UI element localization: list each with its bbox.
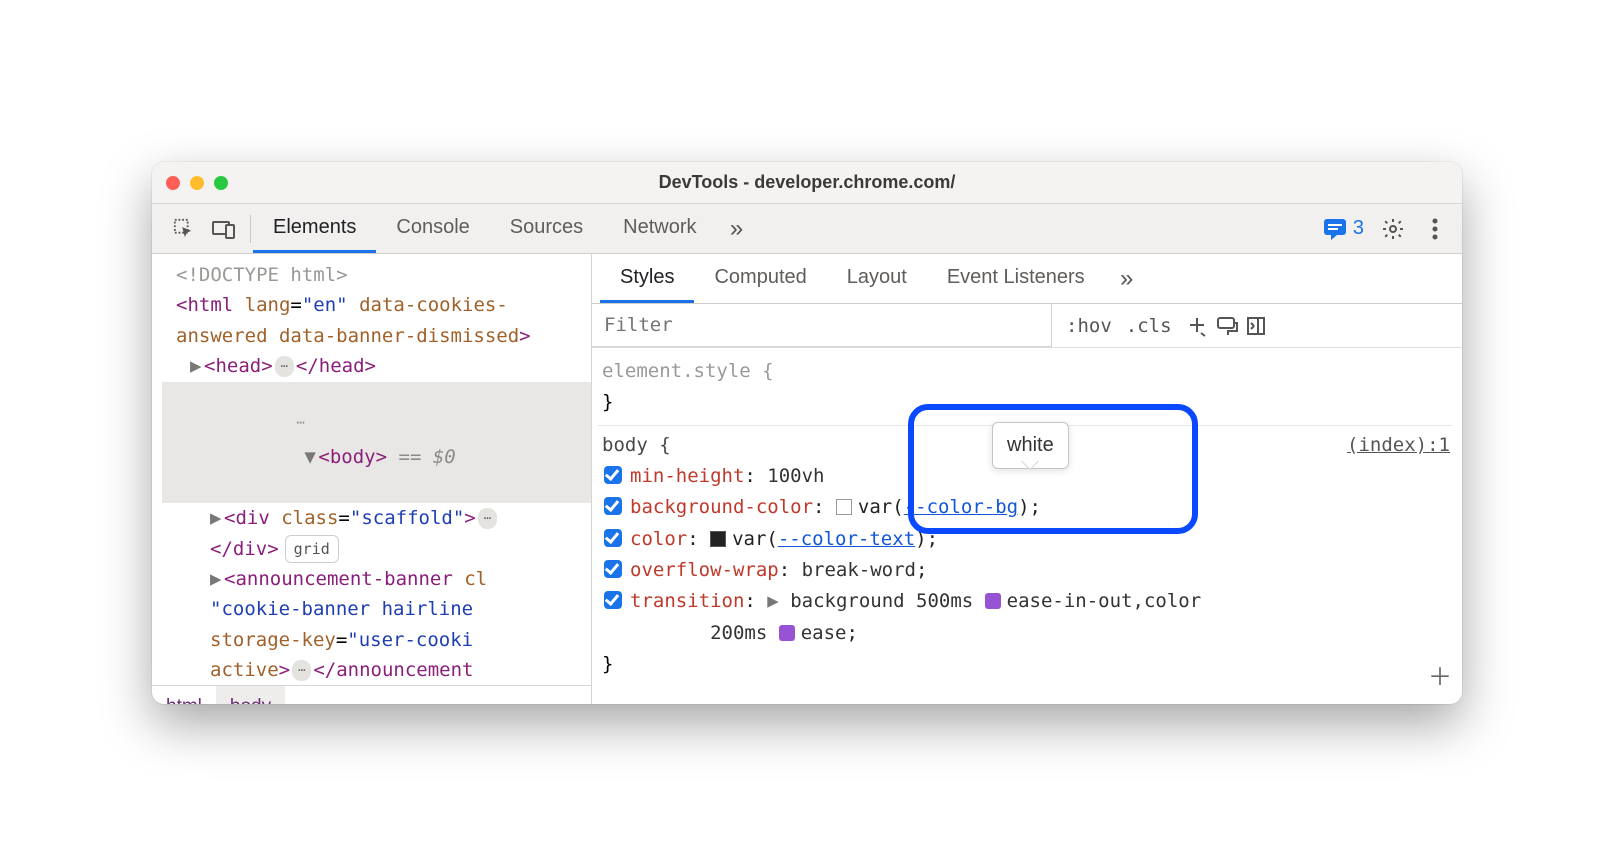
styles-panel: Styles Computed Layout Event Listeners »… (592, 254, 1462, 704)
device-toolbar-icon[interactable] (204, 204, 244, 253)
hov-toggle[interactable]: :hov (1066, 315, 1112, 337)
tab-console[interactable]: Console (376, 204, 489, 253)
color-swatch-icon[interactable] (710, 531, 726, 547)
bezier-editor-icon[interactable] (779, 625, 795, 641)
tab-sources[interactable]: Sources (490, 204, 603, 253)
subtab-event-listeners[interactable]: Event Listeners (927, 254, 1105, 303)
rule-element-style[interactable]: element.style { } (598, 352, 1452, 426)
decl-background-color[interactable]: background-color: var(--color-bg); (602, 492, 1450, 523)
decl-transition[interactable]: transition: ▶ background 500ms ease-in-o… (602, 586, 1450, 649)
main-toolbar: Elements Console Sources Network » 3 (152, 204, 1462, 254)
css-var-link[interactable]: --color-text (778, 528, 915, 550)
rules-list[interactable]: element.style { } (index):1 body { min-h… (592, 348, 1462, 704)
decl-toggle-checkbox[interactable] (604, 529, 622, 547)
more-subtabs-icon[interactable]: » (1105, 265, 1149, 293)
window-title: DevTools - developer.chrome.com/ (152, 172, 1462, 193)
subtab-layout[interactable]: Layout (827, 254, 927, 303)
content-split: <!DOCTYPE html> <html lang="en" data-coo… (152, 254, 1462, 704)
computed-sidebar-icon[interactable] (1246, 316, 1276, 336)
kebab-menu-icon[interactable] (1414, 204, 1456, 253)
decl-toggle-checkbox[interactable] (604, 591, 622, 609)
styles-subtabs: Styles Computed Layout Event Listeners » (592, 254, 1462, 304)
add-declaration-button[interactable]: ＋ (1428, 658, 1452, 698)
decl-toggle-checkbox[interactable] (604, 497, 622, 515)
subtab-computed[interactable]: Computed (694, 254, 826, 303)
devtools-window: DevTools - developer.chrome.com/ Element… (152, 162, 1462, 704)
tab-elements[interactable]: Elements (253, 204, 376, 253)
announcement-banner-node[interactable]: ▶<announcement-banner cl"cookie-banner h… (162, 564, 591, 686)
minimize-window-button[interactable] (190, 176, 204, 190)
tab-network[interactable]: Network (603, 204, 716, 253)
dom-tree[interactable]: <!DOCTYPE html> <html lang="en" data-coo… (152, 254, 591, 685)
cls-toggle[interactable]: .cls (1126, 315, 1172, 337)
zoom-window-button[interactable] (214, 176, 228, 190)
color-swatch-icon[interactable] (836, 499, 852, 515)
decl-toggle-checkbox[interactable] (604, 466, 622, 484)
close-window-button[interactable] (166, 176, 180, 190)
window-controls (166, 176, 228, 190)
dom-tree-panel: <!DOCTYPE html> <html lang="en" data-coo… (152, 254, 592, 704)
titlebar: DevTools - developer.chrome.com/ (152, 162, 1462, 204)
toolbar-separator (250, 215, 251, 243)
crumb-html[interactable]: html (152, 686, 216, 704)
inspect-element-icon[interactable] (164, 204, 204, 253)
scaffold-div-node[interactable]: ▶<div class="scaffold">⋯</div>grid (162, 503, 591, 564)
crumb-body[interactable]: body (216, 686, 285, 704)
issues-badge[interactable]: 3 (1315, 204, 1372, 253)
styles-filterbar: :hov .cls (592, 304, 1462, 348)
breadcrumbs: html body (152, 685, 591, 704)
bezier-editor-icon[interactable] (985, 593, 1001, 609)
settings-icon[interactable] (1372, 204, 1414, 253)
decl-color[interactable]: color: var(--color-text); (602, 524, 1450, 555)
head-node[interactable]: ▶<head>⋯</head> (162, 351, 591, 381)
styles-filter-input[interactable] (592, 304, 1052, 347)
issues-count: 3 (1353, 217, 1364, 240)
html-open-tag[interactable]: <html lang="en" data-cookies-answered da… (162, 290, 591, 351)
css-var-link[interactable]: --color-bg (904, 496, 1018, 518)
more-tabs-icon[interactable]: » (717, 204, 757, 253)
new-style-rule-icon[interactable] (1186, 315, 1216, 337)
expand-shorthand-icon[interactable]: ▶ (767, 590, 778, 612)
paint-icon[interactable] (1216, 316, 1246, 336)
decl-overflow-wrap[interactable]: overflow-wrap: break-word; (602, 555, 1450, 586)
selected-marker-icon: ⋯ (296, 412, 306, 434)
body-node-selected[interactable]: ⋯ ▼<body> == $0 (162, 382, 591, 504)
doctype-node: <!DOCTYPE html> (176, 264, 348, 286)
subtab-styles[interactable]: Styles (600, 254, 694, 303)
grid-badge[interactable]: grid (285, 535, 339, 563)
decl-toggle-checkbox[interactable] (604, 560, 622, 578)
rule-source-link[interactable]: (index):1 (1347, 430, 1450, 461)
var-resolved-tooltip: white (992, 422, 1069, 469)
